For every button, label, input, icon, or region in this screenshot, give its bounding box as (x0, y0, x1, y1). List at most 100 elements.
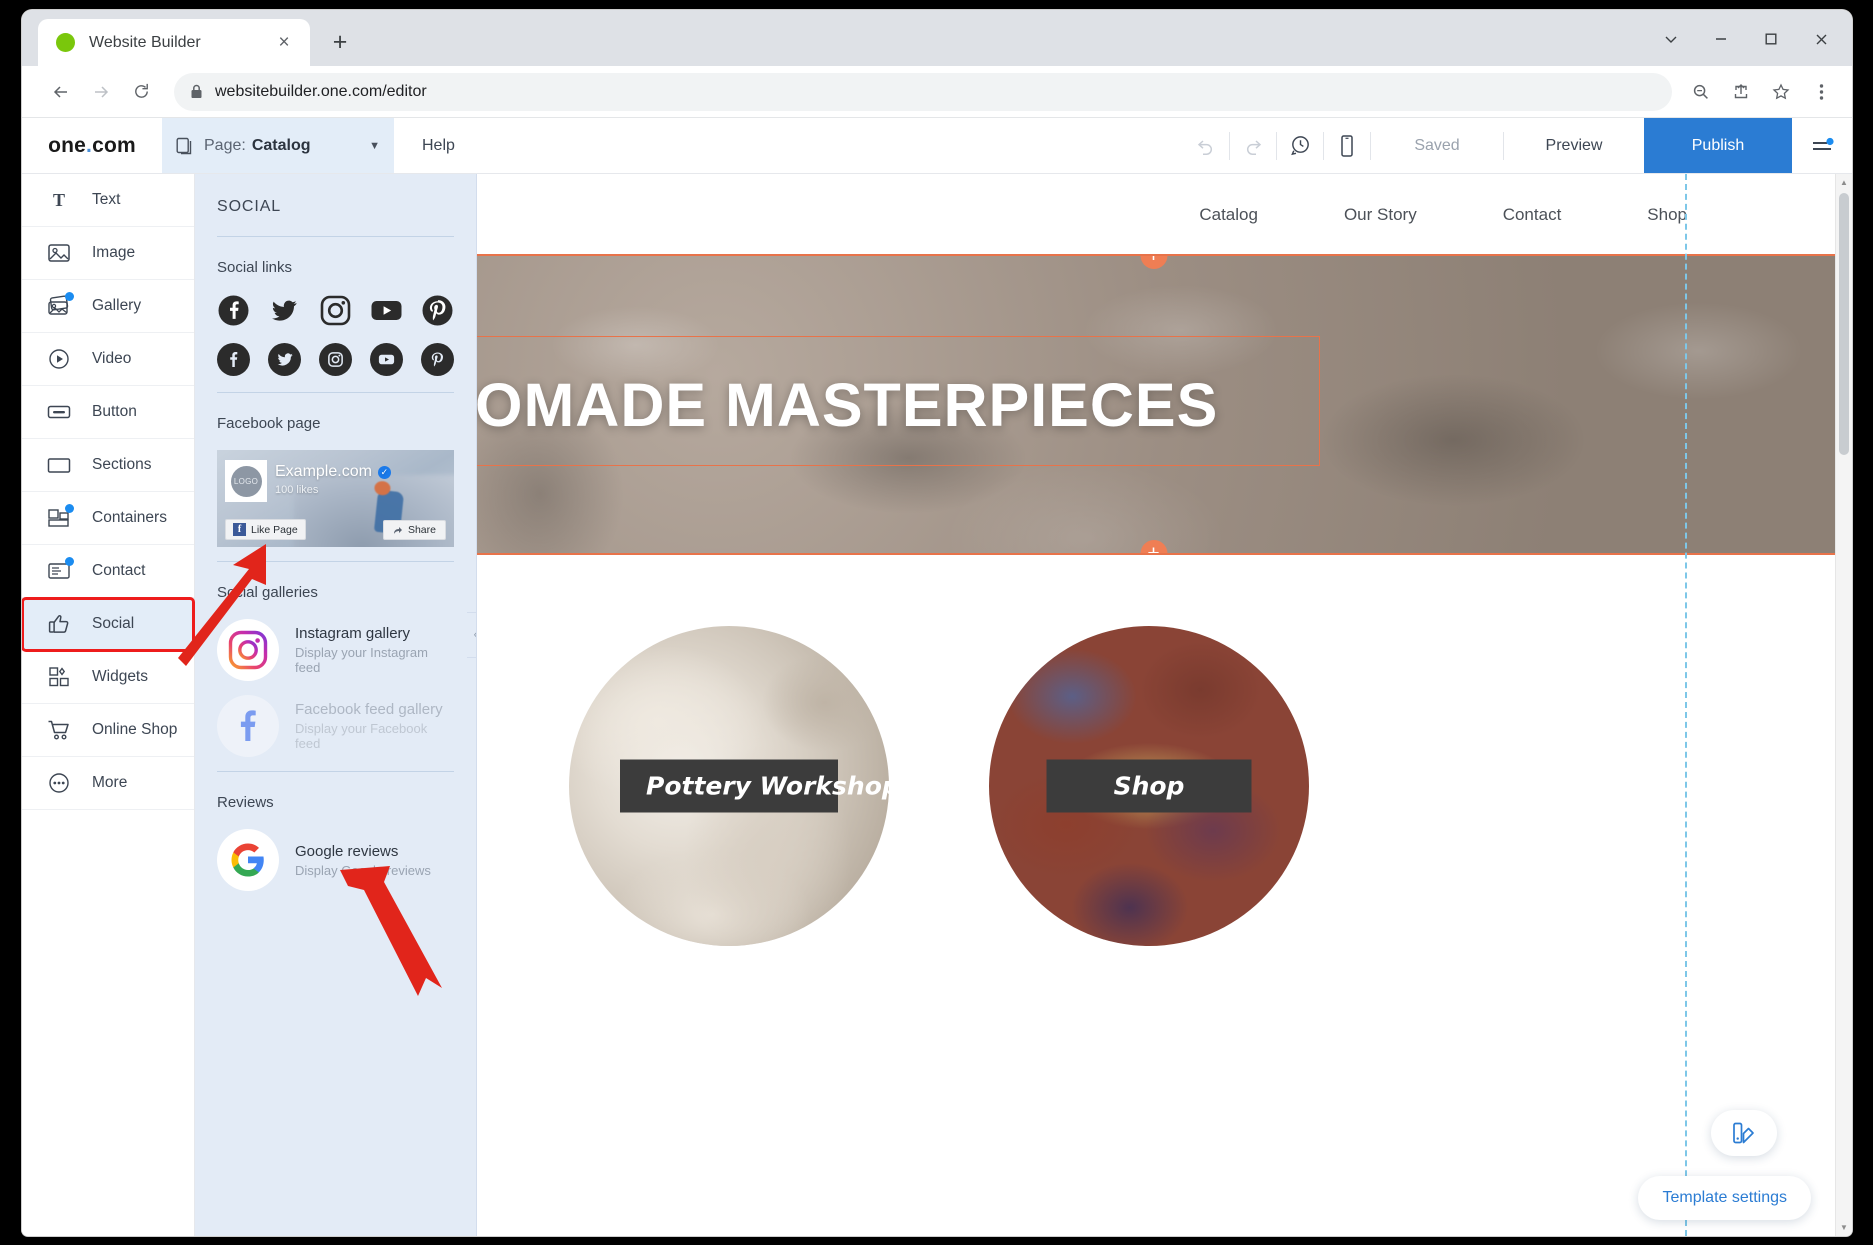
card-label[interactable]: Pottery Workshops (620, 760, 838, 813)
sidebar-item-online-shop[interactable]: Online Shop (22, 704, 194, 757)
chevron-down-icon[interactable] (1648, 20, 1694, 58)
site-nav-item-shop[interactable]: Shop (1647, 205, 1687, 225)
undo-icon[interactable] (1183, 118, 1229, 174)
gallery-icon (46, 293, 72, 319)
google-icon (217, 829, 279, 891)
sidebar-item-label: Social (92, 615, 134, 633)
pinterest-icon[interactable] (421, 294, 454, 327)
facebook-page-preview[interactable]: LOGO Example.com ✓ 100 likes f Like Page… (217, 450, 454, 547)
content-card-pottery[interactable]: Pottery Workshops (569, 626, 889, 946)
minimize-icon[interactable] (1698, 20, 1744, 58)
element-sidebar: T Text Image Gallery (22, 174, 195, 1236)
publish-button[interactable]: Publish (1644, 118, 1792, 173)
browser-tab[interactable]: Website Builder × (38, 19, 310, 66)
instagram-gallery-icon (217, 619, 279, 681)
redo-icon[interactable] (1230, 118, 1276, 174)
sidebar-item-button[interactable]: Button (22, 386, 194, 439)
facebook-page-heading: Facebook page (217, 415, 454, 432)
youtube-round-icon[interactable] (370, 343, 403, 376)
twitter-icon[interactable] (268, 294, 301, 327)
share-label: Share (408, 524, 436, 536)
site-nav-item-our-story[interactable]: Our Story (1344, 205, 1417, 225)
facebook-f-icon: f (233, 523, 246, 536)
twitter-round-icon[interactable] (268, 343, 301, 376)
sidebar-item-label: Video (92, 350, 131, 368)
browser-menu-icon[interactable] (1804, 75, 1838, 109)
gallery-item-title: Facebook feed gallery (295, 701, 454, 718)
back-button[interactable] (44, 75, 78, 109)
close-window-icon[interactable] (1798, 20, 1844, 58)
reload-button[interactable] (124, 75, 158, 109)
instagram-round-icon[interactable] (319, 343, 352, 376)
editor-main: T Text Image Gallery (22, 174, 1852, 1236)
tab-close-icon[interactable]: × (272, 31, 296, 55)
facebook-round-icon[interactable] (217, 343, 250, 376)
site-nav-item-contact[interactable]: Contact (1503, 205, 1562, 225)
social-panel: SOCIAL Social links (195, 174, 477, 1236)
new-tab-button[interactable]: + (320, 22, 360, 62)
mobile-preview-icon[interactable] (1324, 118, 1370, 174)
sidebar-item-label: Button (92, 403, 137, 421)
site-navigation: Catalog Our Story Contact Shop (477, 174, 1835, 256)
url-input[interactable]: websitebuilder.one.com/editor (174, 73, 1672, 111)
panel-title: SOCIAL (217, 174, 454, 237)
hero-section[interactable]: OMADE MASTERPIECES + + (477, 256, 1835, 553)
verified-badge-icon: ✓ (378, 466, 391, 479)
tab-favicon (56, 33, 75, 52)
facebook-like-page-button[interactable]: f Like Page (225, 519, 306, 540)
youtube-icon[interactable] (370, 294, 403, 327)
facebook-page-logo: LOGO (225, 460, 267, 502)
sidebar-item-sections[interactable]: Sections (22, 439, 194, 492)
hero-title[interactable]: OMADE MASTERPIECES (477, 370, 1218, 440)
sidebar-item-label: Text (92, 191, 120, 209)
scrollbar-thumb[interactable] (1839, 193, 1849, 455)
history-icon[interactable] (1277, 118, 1323, 174)
canvas-scrollbar[interactable]: ▲ ▼ (1835, 174, 1852, 1236)
review-item-subtitle: Display Google reviews (295, 863, 431, 878)
site-nav-item-catalog[interactable]: Catalog (1199, 205, 1258, 225)
facebook-icon[interactable] (217, 294, 250, 327)
facebook-gallery-icon (217, 695, 279, 757)
sidebar-item-label: Online Shop (92, 721, 177, 739)
panel-collapse-handle[interactable]: ‹ (467, 612, 477, 658)
share-icon[interactable] (1724, 75, 1758, 109)
gallery-item-text: Facebook feed gallery Display your Faceb… (295, 701, 454, 751)
scroll-down-arrow-icon[interactable]: ▼ (1836, 1219, 1852, 1236)
scroll-up-arrow-icon[interactable]: ▲ (1836, 174, 1852, 191)
search-zoom-icon[interactable] (1684, 75, 1718, 109)
review-item-google[interactable]: Google reviews Display Google reviews (217, 829, 454, 891)
website-canvas: Catalog Our Story Contact Shop OMADE MAS… (477, 174, 1835, 1236)
card-label[interactable]: Shop (1047, 760, 1252, 813)
help-button[interactable]: Help (394, 118, 483, 173)
maximize-icon[interactable] (1748, 20, 1794, 58)
window-controls (1648, 20, 1844, 58)
sidebar-item-gallery[interactable]: Gallery (22, 280, 194, 333)
sidebar-item-text[interactable]: T Text (22, 174, 194, 227)
one-com-logo[interactable]: one.com (22, 118, 162, 173)
sidebar-item-more[interactable]: More (22, 757, 194, 810)
content-card-shop[interactable]: Shop (989, 626, 1309, 946)
sidebar-item-containers[interactable]: Containers (22, 492, 194, 545)
page-selector[interactable]: Page: Catalog ▼ (162, 118, 394, 173)
template-design-button[interactable] (1711, 1110, 1777, 1156)
forward-button[interactable] (84, 75, 118, 109)
preview-button[interactable]: Preview (1504, 118, 1644, 173)
sidebar-item-widgets[interactable]: Widgets (22, 651, 194, 704)
sidebar-item-video[interactable]: Video (22, 333, 194, 386)
sidebar-item-image[interactable]: Image (22, 227, 194, 280)
browser-tab-strip: Website Builder × + (22, 10, 1852, 66)
facebook-share-button[interactable]: Share (383, 520, 446, 540)
bookmark-star-icon[interactable] (1764, 75, 1798, 109)
alignment-guide (1685, 174, 1687, 1236)
instagram-icon[interactable] (319, 294, 352, 327)
gallery-item-facebook-feed[interactable]: Facebook feed gallery Display your Faceb… (217, 695, 454, 757)
new-badge-dot (65, 504, 74, 513)
saved-status: Saved (1371, 118, 1503, 173)
template-settings-button[interactable]: Template settings (1638, 1176, 1811, 1220)
chevron-down-icon[interactable]: ▼ (369, 140, 380, 152)
pinterest-round-icon[interactable] (421, 343, 454, 376)
sidebar-item-contact[interactable]: Contact (22, 545, 194, 598)
settings-menu-button[interactable] (1792, 118, 1852, 173)
sidebar-item-social[interactable]: Social (22, 598, 194, 651)
gallery-item-instagram[interactable]: Instagram gallery Display your Instagram… (217, 619, 454, 681)
